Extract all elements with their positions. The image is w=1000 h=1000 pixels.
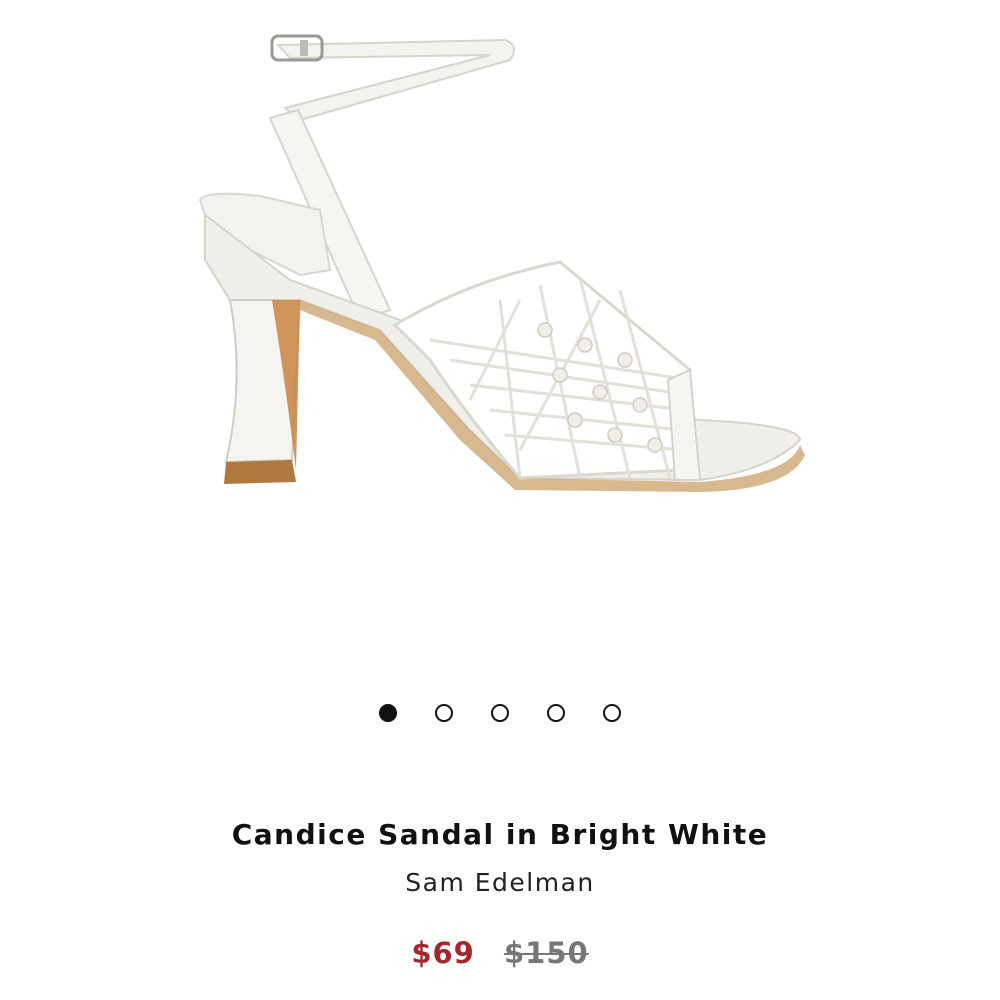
product-title[interactable]: Candice Sandal in Bright White (0, 818, 1000, 851)
product-card: Candice Sandal in Bright White Sam Edelm… (0, 0, 1000, 1000)
product-image[interactable] (150, 20, 850, 540)
carousel-dot-5[interactable] (603, 704, 621, 722)
original-price: $150 (503, 936, 589, 970)
sale-price: $69 (411, 936, 475, 970)
carousel-dots (0, 704, 1000, 722)
carousel-dot-4[interactable] (547, 704, 565, 722)
carousel-dot-2[interactable] (435, 704, 453, 722)
brand-name[interactable]: Sam Edelman (0, 868, 1000, 897)
carousel-dot-1[interactable] (379, 704, 397, 722)
price-row: $69 $150 (0, 936, 1000, 970)
carousel-dot-3[interactable] (491, 704, 509, 722)
